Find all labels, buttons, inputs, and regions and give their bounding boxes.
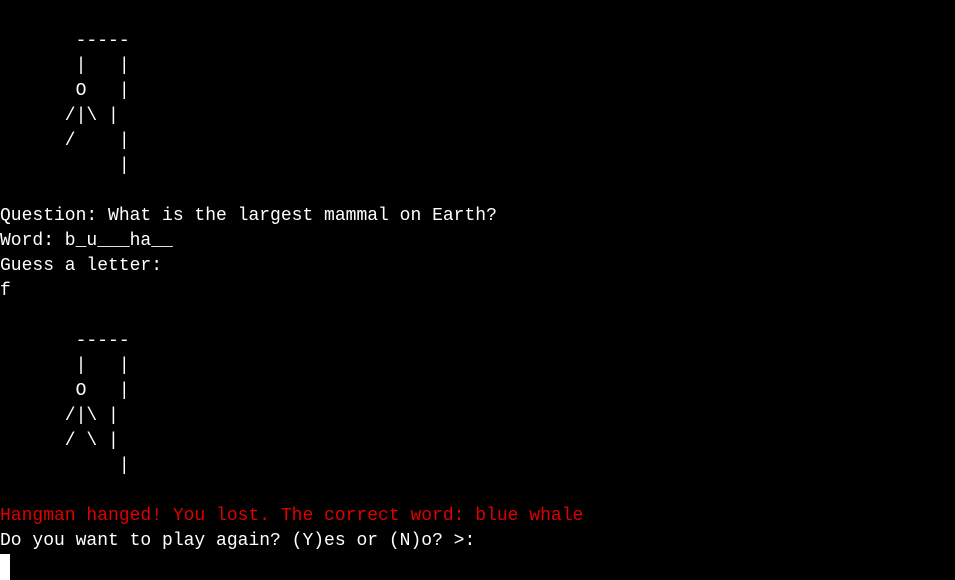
text-cursor[interactable]: [0, 554, 10, 580]
guess-input: f: [0, 281, 11, 301]
word-progress: Word: b_u___ha__: [0, 231, 173, 251]
gallows-line: -----: [0, 331, 130, 351]
gallows-line: / \ |: [0, 431, 119, 451]
gallows-line: | |: [0, 56, 130, 76]
guess-prompt: Guess a letter:: [0, 256, 163, 276]
result-message: Hangman hanged! You lost. The correct wo…: [0, 506, 584, 526]
gallows-line: |: [0, 456, 130, 476]
question-text: Question: What is the largest mammal on …: [0, 206, 497, 226]
gallows-line: /|\ |: [0, 406, 119, 426]
gallows-line: /|\ |: [0, 106, 119, 126]
terminal-window[interactable]: ----- | | O | /|\ | / | | Question: What…: [0, 0, 955, 580]
gallows-line: O |: [0, 381, 130, 401]
gallows-line: O |: [0, 81, 130, 101]
replay-prompt: Do you want to play again? (Y)es or (N)o…: [0, 531, 476, 551]
gallows-line: |: [0, 156, 130, 176]
gallows-line: -----: [0, 31, 130, 51]
gallows-line: / |: [0, 131, 130, 151]
gallows-line: | |: [0, 356, 130, 376]
